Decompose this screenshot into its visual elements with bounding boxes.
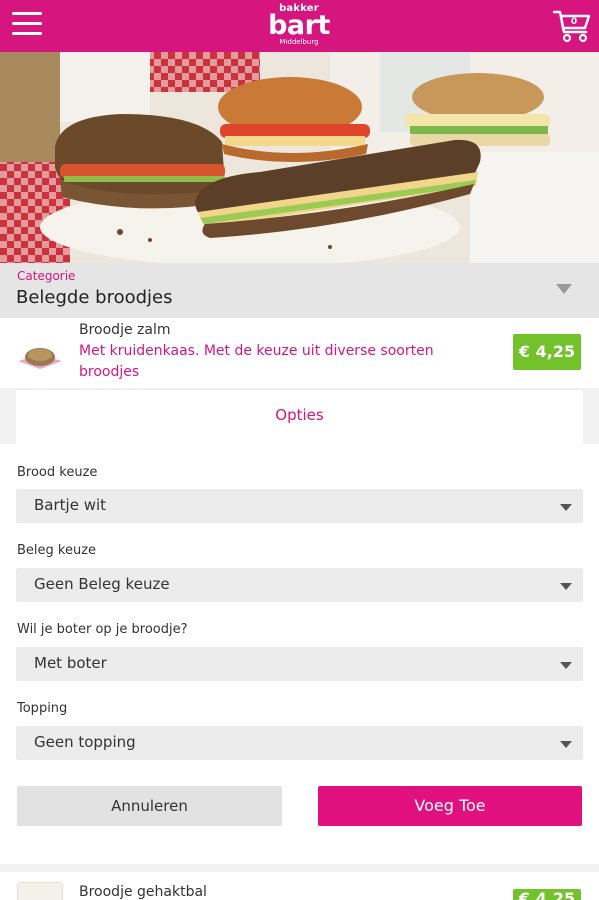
logo-main-text: bart	[268, 10, 330, 41]
category-label: Categorie	[17, 269, 76, 283]
chevron-down-icon	[560, 504, 572, 511]
topping-label: Topping	[17, 701, 68, 716]
topping-value: Geen topping	[34, 733, 136, 751]
app-header: bakker bart Middelburg 0	[0, 0, 599, 52]
product-item[interactable]: Broodje zalm Met kruidenkaas. Met de keu…	[0, 318, 599, 388]
chevron-down-icon	[560, 583, 572, 590]
butter-value: Met boter	[34, 654, 107, 672]
brand-logo[interactable]: bakker bart Middelburg	[262, 4, 336, 48]
hero-sandwiches-image	[0, 52, 599, 263]
hamburger-menu-icon[interactable]	[12, 12, 42, 40]
cart-count-badge: 0	[570, 17, 578, 27]
cancel-button[interactable]: Annuleren	[17, 786, 282, 826]
product-name: Broodje gehaktbal	[79, 884, 207, 900]
product-price-badge[interactable]: € 4,25	[513, 334, 581, 370]
category-value: Belegde broodjes	[16, 287, 173, 308]
product-description: Met kruidenkaas. Met de keuze uit divers…	[79, 343, 434, 380]
bread-choice-label: Brood keuze	[17, 465, 98, 480]
category-selector[interactable]: Categorie Belegde broodjes	[0, 263, 599, 318]
product-name: Broodje zalm	[79, 322, 171, 338]
product-item[interactable]: Broodje gehaktbal € 4,25	[0, 872, 599, 900]
options-header[interactable]: Opties	[16, 389, 583, 444]
filling-choice-select[interactable]: Geen Beleg keuze	[16, 568, 583, 602]
chevron-down-icon	[560, 741, 572, 748]
butter-question-label: Wil je boter op je broodje?	[17, 622, 188, 637]
butter-select[interactable]: Met boter	[16, 647, 583, 681]
topping-choice-label: Beleg keuze	[17, 543, 97, 558]
product-price-badge[interactable]: € 4,25	[513, 889, 581, 900]
topping-select[interactable]: Geen topping	[16, 726, 583, 760]
product-thumbnail	[16, 335, 64, 371]
add-to-order-button[interactable]: Voeg Toe	[318, 786, 582, 826]
chevron-down-icon	[560, 662, 572, 669]
bread-choice-value: Bartje wit	[34, 496, 107, 514]
filling-choice-value: Geen Beleg keuze	[34, 575, 170, 593]
product-thumbnail	[17, 882, 63, 900]
shopping-cart-icon[interactable]: 0	[552, 8, 592, 44]
category-dropdown-arrow-icon[interactable]	[556, 284, 572, 294]
bread-choice-select[interactable]: Bartje wit	[16, 489, 583, 523]
